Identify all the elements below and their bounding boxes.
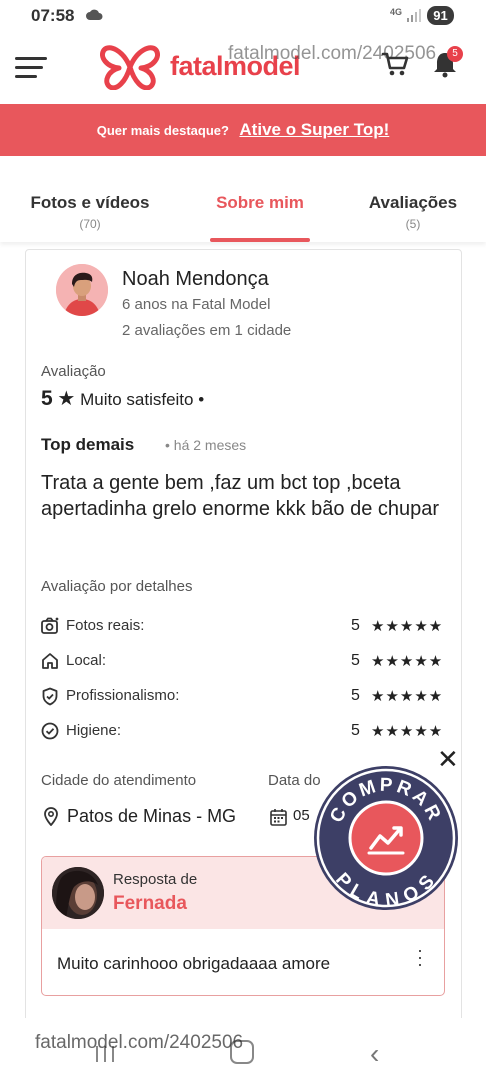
status-time: 07:58 xyxy=(31,6,75,25)
detail-stars: ★★★★★ xyxy=(371,723,444,740)
cloud-icon xyxy=(86,9,103,20)
app-header: fatalmodel fatalmodel.com/2402506 5 xyxy=(0,34,486,104)
check-circle-icon xyxy=(41,722,59,740)
more-options-icon[interactable]: · · · xyxy=(414,941,426,973)
detail-row-higiene: Higiene: 5 ★★★★★ xyxy=(41,720,446,744)
shield-check-icon xyxy=(42,687,58,706)
date-text: 05 xyxy=(293,807,310,824)
notification-badge: 5 xyxy=(447,46,463,62)
active-tab-indicator xyxy=(210,238,310,242)
cart-icon[interactable] xyxy=(381,50,409,78)
reviewer-tenure: 6 anos na Fatal Model xyxy=(122,296,271,313)
detail-name: Profissionalismo: xyxy=(66,687,180,704)
detail-name: Higiene: xyxy=(66,722,122,739)
tab-label: Sobre mim xyxy=(216,193,304,212)
detail-score: 5 xyxy=(351,652,360,669)
detail-stars: ★★★★★ xyxy=(371,653,444,670)
back-icon[interactable]: ‹ xyxy=(370,1038,379,1070)
camera-icon xyxy=(41,617,59,634)
tab-label: Fotos e vídeos xyxy=(30,193,150,212)
city-text: Patos de Minas - MG xyxy=(67,806,237,826)
dot-separator: • xyxy=(198,390,205,409)
details-label: Avaliação por detalhes xyxy=(41,578,193,595)
city-label: Cidade do atendimento xyxy=(41,772,197,789)
detail-score: 5 xyxy=(351,617,360,634)
reply-text: Muito carinhooo obrigadaaaa amore xyxy=(57,954,331,973)
detail-row-profissionalismo: Profissionalismo: 5 ★★★★★ xyxy=(41,685,446,709)
promo-question: Quer mais destaque? xyxy=(96,123,229,138)
reviewer-avatar-illustration xyxy=(56,264,108,316)
star-icon: ★ xyxy=(57,388,76,410)
calendar-icon xyxy=(270,809,287,826)
tab-count: (5) xyxy=(405,217,421,231)
detail-name: Fotos reais: xyxy=(66,617,145,634)
detail-stars: ★★★★★ xyxy=(371,688,444,705)
comprar-planos-badge[interactable]: COMPRAR PLANOS xyxy=(312,764,460,912)
detail-row-fotos: Fotos reais: 5 ★★★★★ xyxy=(41,615,446,639)
review-title: Top demais xyxy=(41,435,135,454)
reviewer-avatar xyxy=(56,264,108,316)
review-time: • há 2 meses xyxy=(165,437,247,453)
review-time-text: há 2 meses xyxy=(173,437,247,453)
promo-banner: Quer mais destaque? Ative o Super Top! xyxy=(0,104,486,156)
tab-avaliacoes[interactable]: Avaliações (5) xyxy=(360,193,466,231)
reviewer-name[interactable]: Noah Mendonça xyxy=(122,268,269,291)
brand-name-left: fatal xyxy=(170,51,224,81)
detail-stars: ★★★★★ xyxy=(371,618,444,635)
rating-value: 5 xyxy=(41,387,53,410)
status-bar: 07:58 4G 91 xyxy=(0,0,486,34)
rating-text: Muito satisfeito xyxy=(80,390,194,409)
reply-by-label: Resposta de xyxy=(113,871,198,888)
reviewer-stats: 2 avaliações em 1 cidade xyxy=(122,322,292,339)
network-type: 4G xyxy=(390,7,403,17)
signal-icon xyxy=(407,9,421,22)
rating-label: Avaliação xyxy=(41,363,106,380)
rating-summary: 5 ★ Muito satisfeito • xyxy=(41,386,204,411)
menu-icon[interactable] xyxy=(15,55,47,81)
home-icon xyxy=(42,653,58,669)
watermark-bottom: fatalmodel.com/2402506 xyxy=(35,1032,244,1053)
tab-count: (70) xyxy=(79,217,101,231)
location-pin-icon xyxy=(44,807,58,826)
replier-avatar-photo xyxy=(52,867,104,919)
battery-indicator: 91 xyxy=(427,6,454,25)
tab-fotos-videos[interactable]: Fotos e vídeos (70) xyxy=(22,193,158,231)
replier-name[interactable]: Fernada xyxy=(113,893,187,915)
review-body: Trata a gente bem ,faz um bct top ,bceta… xyxy=(41,472,440,520)
detail-name: Local: xyxy=(66,652,107,669)
tab-sobre-mim[interactable]: Sobre mim xyxy=(198,193,322,213)
tab-label: Avaliações xyxy=(368,193,458,212)
replier-avatar xyxy=(52,867,104,919)
profile-tabs: Fotos e vídeos (70) Sobre mim Avaliações… xyxy=(0,156,486,242)
detail-score: 5 xyxy=(351,687,360,704)
detail-row-local: Local: 5 ★★★★★ xyxy=(41,650,446,674)
detail-score: 5 xyxy=(351,722,360,739)
butterfly-logo-icon[interactable] xyxy=(99,44,161,90)
super-top-link[interactable]: Ative o Super Top! xyxy=(239,120,389,139)
